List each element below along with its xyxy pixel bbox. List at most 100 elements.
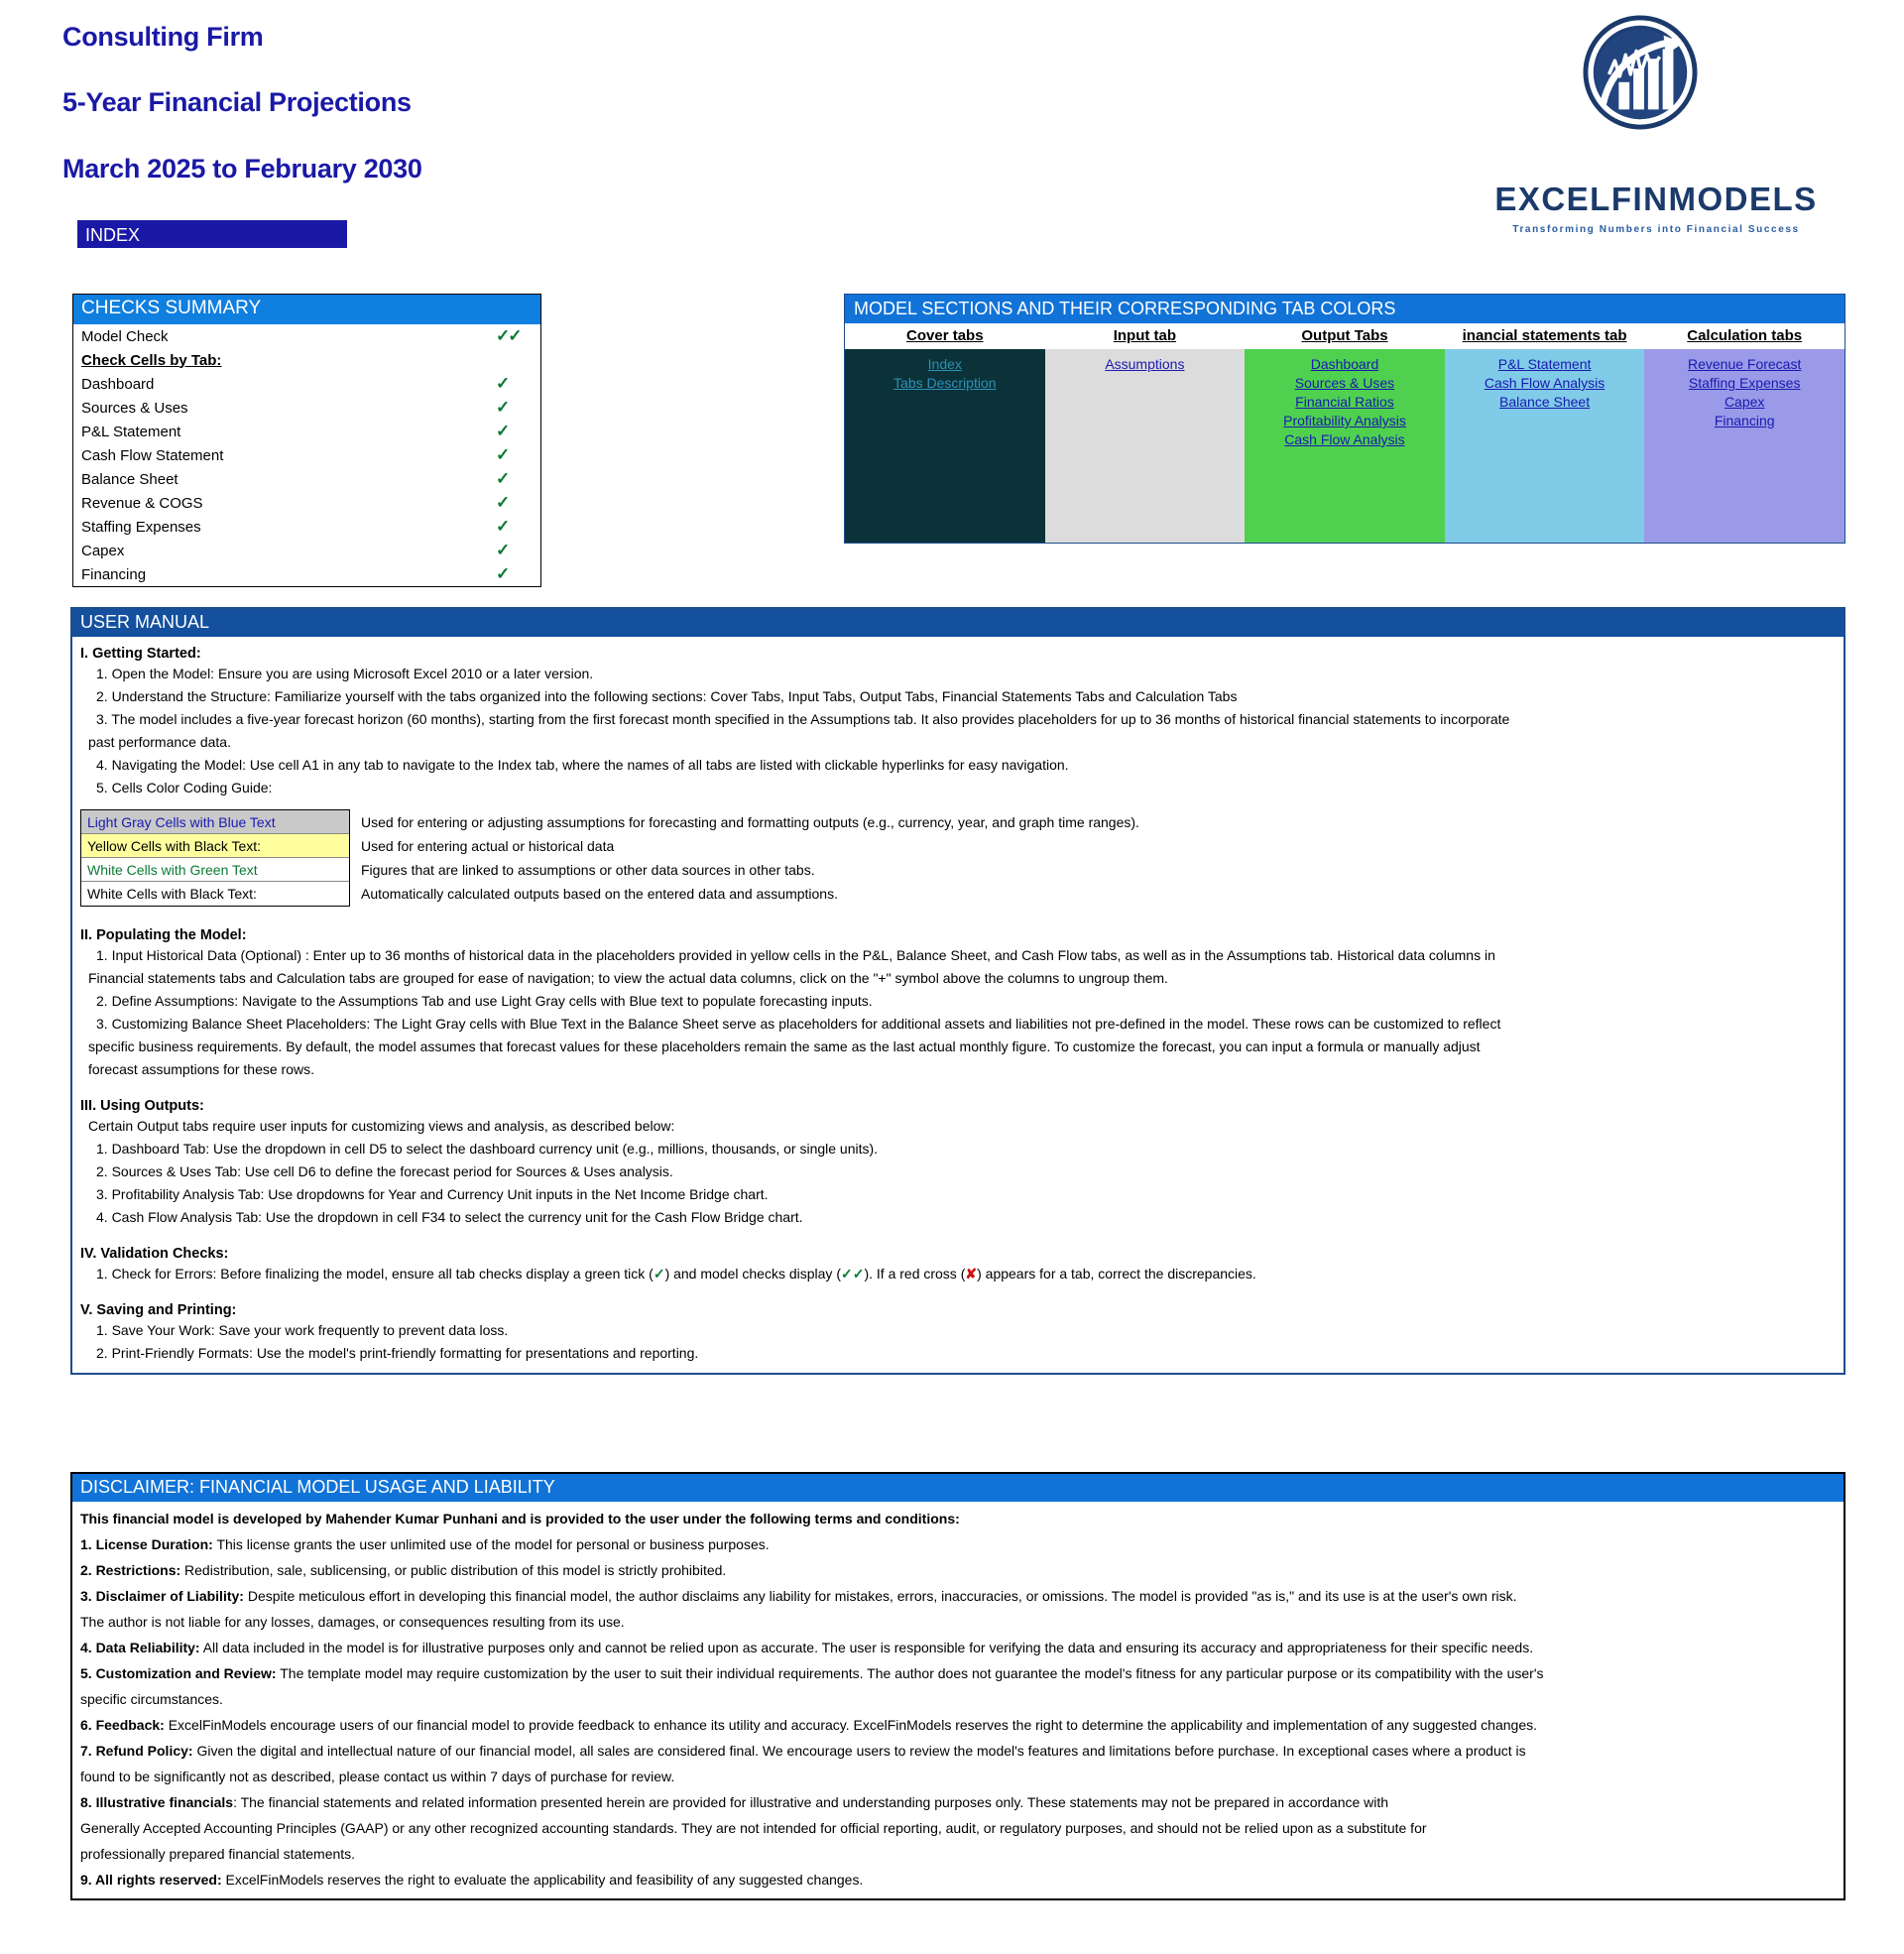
manual-heading-using-outputs: III. Using Outputs: bbox=[80, 1098, 204, 1114]
tab-link-revenue-forecast[interactable]: Revenue Forecast bbox=[1644, 355, 1844, 374]
green-double-tick-icon: ✓✓ bbox=[840, 1266, 865, 1282]
bar-chart-arrow-circle-icon bbox=[1583, 15, 1698, 130]
check-tick-icon: ✓ bbox=[496, 541, 510, 559]
check-row: P&L Statement ✓ bbox=[73, 420, 540, 443]
company-title: Consulting Firm bbox=[62, 22, 264, 52]
check-row: Revenue & COGS ✓ bbox=[73, 491, 540, 515]
tab-link-capex[interactable]: Capex bbox=[1644, 393, 1844, 412]
section-column-title: Input tab bbox=[1044, 323, 1246, 349]
tab-link-assumptions[interactable]: Assumptions bbox=[1045, 355, 1246, 374]
tab-link-profitability-analysis[interactable]: Profitability Analysis bbox=[1245, 412, 1445, 430]
user-manual-title: USER MANUAL bbox=[72, 609, 1844, 637]
color-guide-description: Figures that are linked to assumptions o… bbox=[361, 862, 815, 878]
check-label: Cash Flow Statement bbox=[81, 446, 224, 464]
check-tick-icon: ✓ bbox=[496, 564, 510, 583]
user-manual-body: I. Getting Started: 1. Open the Model: E… bbox=[72, 637, 1844, 1373]
tab-link-cash-flow-analysis[interactable]: Cash Flow Analysis bbox=[1445, 374, 1645, 393]
check-row: Staffing Expenses ✓ bbox=[73, 515, 540, 539]
manual-item: 2. Print-Friendly Formats: Use the model… bbox=[96, 1345, 699, 1361]
manual-item: 4. Navigating the Model: Use cell A1 in … bbox=[96, 757, 1069, 773]
check-label: P&L Statement bbox=[81, 423, 181, 440]
section-column-calculation-tabs: Calculation tabs Revenue Forecast Staffi… bbox=[1644, 323, 1844, 543]
disclaimer-lead: This financial model is developed by Mah… bbox=[80, 1511, 960, 1527]
tab-link-tabs-description[interactable]: Tabs Description bbox=[845, 374, 1045, 393]
user-manual-panel: USER MANUAL I. Getting Started: 1. Open … bbox=[70, 607, 1845, 1375]
index-badge: INDEX bbox=[77, 220, 347, 248]
disclaimer-item-continued: The author is not liable for any losses,… bbox=[80, 1614, 625, 1630]
tab-link-index[interactable]: Index bbox=[845, 355, 1045, 374]
manual-item-validation: 1. Check for Errors: Before finalizing t… bbox=[72, 1263, 1844, 1285]
manual-intro: Certain Output tabs require user inputs … bbox=[88, 1118, 675, 1134]
tab-link-financial-ratios[interactable]: Financial Ratios bbox=[1245, 393, 1445, 412]
tab-link-dashboard[interactable]: Dashboard bbox=[1245, 355, 1445, 374]
manual-item-continued: Financial statements tabs and Calculatio… bbox=[88, 970, 1168, 986]
brand-name: EXCELFINMODELS bbox=[1494, 181, 1818, 217]
manual-item: 3. The model includes a five-year foreca… bbox=[96, 711, 1510, 727]
section-column-input-tab: Input tab Assumptions bbox=[1044, 323, 1246, 543]
disclaimer-item-continued: professionally prepared financial statem… bbox=[80, 1846, 356, 1862]
model-sections-title: MODEL SECTIONS AND THEIR CORRESPONDING T… bbox=[845, 295, 1844, 323]
validation-text-b: ) and model checks display ( bbox=[664, 1266, 841, 1282]
manual-item: 1. Input Historical Data (Optional) : En… bbox=[96, 947, 1495, 963]
manual-item: 2. Define Assumptions: Navigate to the A… bbox=[96, 993, 873, 1009]
color-guide-row-white-black: White Cells with Black Text: Automatical… bbox=[81, 882, 838, 906]
disclaimer-item-continued: Generally Accepted Accounting Principles… bbox=[80, 1820, 1427, 1836]
manual-item: 2. Understand the Structure: Familiarize… bbox=[96, 688, 1238, 704]
color-guide-label: White Cells with Black Text: bbox=[87, 886, 257, 902]
brand-logo: EXCELFINMODELS Transforming Numbers into… bbox=[1463, 14, 1849, 235]
check-row-model-check: Model Check ✓✓ bbox=[73, 324, 540, 348]
check-row: Balance Sheet ✓ bbox=[73, 467, 540, 491]
check-row: Capex ✓ bbox=[73, 539, 540, 562]
disclaimer-item: 5. Customization and Review: The templat… bbox=[80, 1665, 1544, 1681]
check-tick-icon: ✓ bbox=[496, 422, 510, 440]
color-guide-row-light-gray: Light Gray Cells with Blue Text Used for… bbox=[81, 810, 1139, 834]
check-label: Model Check bbox=[81, 327, 169, 345]
disclaimer-item: 9. All rights reserved: ExcelFinModels r… bbox=[80, 1872, 864, 1888]
check-label: Staffing Expenses bbox=[81, 518, 201, 536]
manual-heading-validation: IV. Validation Checks: bbox=[80, 1246, 229, 1262]
disclaimer-item: 8. Illustrative financials: The financia… bbox=[80, 1794, 1389, 1810]
tab-link-cash-flow-analysis[interactable]: Cash Flow Analysis bbox=[1245, 430, 1445, 449]
manual-item-continued: forecast assumptions for these rows. bbox=[88, 1061, 314, 1077]
color-guide-row-white-green: White Cells with Green Text Figures that… bbox=[81, 858, 815, 882]
manual-item: 4. Cash Flow Analysis Tab: Use the dropd… bbox=[96, 1209, 803, 1225]
validation-text-d: ) appears for a tab, correct the discrep… bbox=[977, 1266, 1256, 1282]
green-tick-icon: ✓ bbox=[653, 1266, 665, 1282]
section-column-title: Output Tabs bbox=[1245, 323, 1445, 349]
section-column-title: Cover tabs bbox=[845, 323, 1045, 349]
section-column-body: Index Tabs Description bbox=[845, 349, 1045, 543]
check-row: Sources & Uses ✓ bbox=[73, 396, 540, 420]
model-subtitle: 5-Year Financial Projections bbox=[62, 87, 412, 117]
tab-link-sources-uses[interactable]: Sources & Uses bbox=[1245, 374, 1445, 393]
check-tick-icon: ✓ bbox=[496, 374, 510, 393]
manual-heading-saving: V. Saving and Printing: bbox=[80, 1302, 237, 1318]
manual-item: 1. Dashboard Tab: Use the dropdown in ce… bbox=[96, 1141, 879, 1157]
color-guide-description: Automatically calculated outputs based o… bbox=[361, 886, 838, 902]
tab-link-staffing-expenses[interactable]: Staffing Expenses bbox=[1644, 374, 1844, 393]
check-tick-icon: ✓ bbox=[496, 469, 510, 488]
check-label: Financing bbox=[81, 565, 147, 583]
section-column-financial-statements-tab: inancial statements tab P&L Statement Ca… bbox=[1444, 323, 1645, 543]
check-label: Capex bbox=[81, 542, 125, 559]
disclaimer-item: 1. License Duration: This license grants… bbox=[80, 1536, 770, 1552]
color-guide-label: White Cells with Green Text bbox=[87, 862, 258, 878]
check-row: Financing ✓ bbox=[73, 562, 540, 586]
checks-summary-title: CHECKS SUMMARY bbox=[73, 295, 540, 324]
color-guide-row-yellow: Yellow Cells with Black Text: Used for e… bbox=[81, 834, 614, 858]
tab-link-financing[interactable]: Financing bbox=[1644, 412, 1844, 430]
disclaimer-panel: DISCLAIMER: FINANCIAL MODEL USAGE AND LI… bbox=[70, 1472, 1845, 1900]
check-tick-icon: ✓ bbox=[496, 398, 510, 417]
tab-link-balance-sheet[interactable]: Balance Sheet bbox=[1445, 393, 1645, 412]
tab-link-pl-statement[interactable]: P&L Statement bbox=[1445, 355, 1645, 374]
section-column-cover-tabs: Cover tabs Index Tabs Description bbox=[845, 323, 1045, 543]
section-column-title: inancial statements tab bbox=[1444, 323, 1645, 349]
disclaimer-item: 7. Refund Policy: Given the digital and … bbox=[80, 1743, 1526, 1759]
color-guide-label: Light Gray Cells with Blue Text bbox=[87, 814, 276, 830]
validation-text-c: ). If a red cross ( bbox=[864, 1266, 966, 1282]
check-row: Dashboard ✓ bbox=[73, 372, 540, 396]
disclaimer-item: 3. Disclaimer of Liability: Despite meti… bbox=[80, 1588, 1517, 1604]
check-row: Cash Flow Statement ✓ bbox=[73, 443, 540, 467]
